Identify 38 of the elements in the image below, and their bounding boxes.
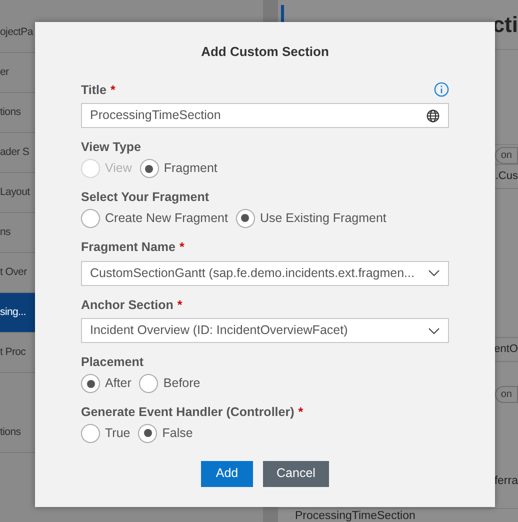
radio-label: False: [162, 424, 193, 442]
radio-button[interactable]: [138, 424, 158, 443]
add-button[interactable]: Add: [201, 460, 253, 487]
content-text: ferra: [494, 474, 518, 489]
dropdown-field[interactable]: CustomSectionGantt (sap.fe.demo.incidents.ext.fragmen...: [81, 260, 449, 286]
radio-button[interactable]: [140, 159, 159, 178]
required-asterisk: *: [298, 406, 304, 419]
chevron-down-icon[interactable]: [428, 326, 440, 335]
field-label: View Type: [81, 139, 141, 156]
field-label: Anchor Section: [81, 296, 174, 314]
required-asterisk: *: [179, 240, 184, 254]
radio-label: Fragment: [164, 160, 218, 178]
field-label: Generate Event Handler (Controller): [81, 404, 294, 421]
radio-button[interactable]: [81, 374, 100, 393]
required-asterisk: *: [177, 298, 182, 312]
required-asterisk: *: [110, 84, 116, 96]
field-label: Placement: [81, 354, 144, 372]
radio-label: Create New Fragment: [105, 210, 228, 227]
field-label: Fragment Name: [81, 238, 176, 256]
radio-label: True: [105, 424, 130, 442]
radio-button[interactable]: [236, 208, 255, 228]
radio-label: After: [105, 375, 132, 392]
radio-button[interactable]: [139, 374, 158, 393]
dropdown-field[interactable]: Incident Overview (ID: IncidentOverviewFacet): [81, 318, 449, 344]
chevron-down-icon[interactable]: [428, 269, 440, 277]
cancel-button[interactable]: Cancel: [263, 460, 329, 487]
info-icon[interactable]: [434, 82, 449, 98]
content-text: ProcessingTimeSection: [295, 510, 416, 522]
globe-icon[interactable]: [426, 108, 440, 123]
radio-label: Before: [163, 375, 200, 392]
field-label: Title: [81, 82, 106, 98]
field-label: Select Your Fragment: [81, 189, 210, 206]
radio-label: Use Existing Fragment: [260, 210, 386, 227]
radio-button[interactable]: [81, 424, 100, 443]
dialog-title: Add Custom Section: [201, 43, 329, 61]
radio-label: View: [105, 160, 132, 178]
title-input-field[interactable]: ProcessingTimeSection: [81, 103, 449, 128]
radio-button[interactable]: [81, 208, 100, 228]
